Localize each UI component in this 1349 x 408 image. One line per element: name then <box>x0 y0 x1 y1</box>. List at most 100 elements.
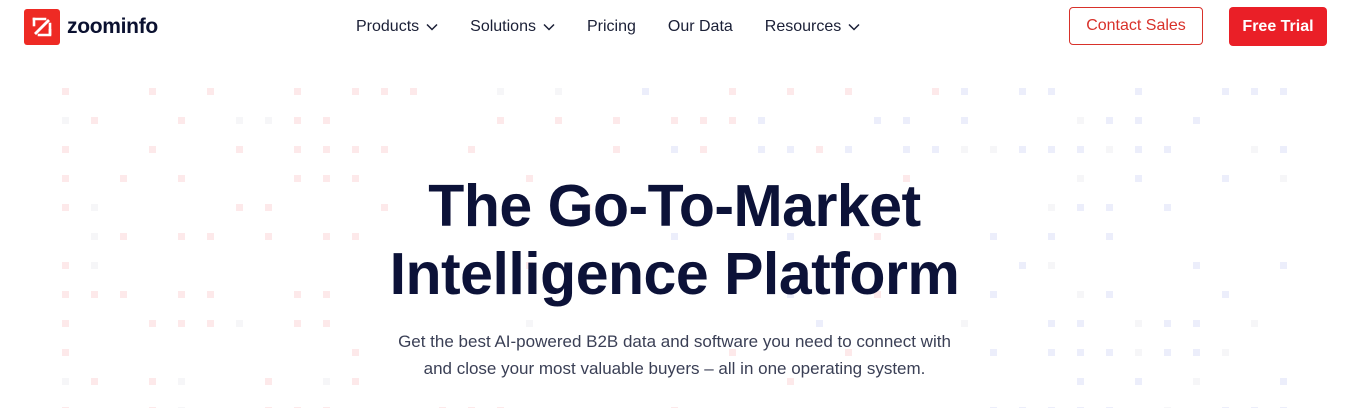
nav-item-label: Resources <box>764 18 842 35</box>
background-dot <box>178 117 185 124</box>
background-dot <box>236 117 243 124</box>
background-dot <box>207 320 214 327</box>
background-dot <box>1164 320 1171 327</box>
background-dot <box>91 117 98 124</box>
background-dot <box>787 146 794 153</box>
chevron-down-icon <box>848 23 860 31</box>
background-dot <box>555 88 562 95</box>
nav-item-solutions[interactable]: Solutions <box>470 18 555 36</box>
background-dot <box>642 88 649 95</box>
background-dot <box>1019 146 1026 153</box>
logo-wordmark: zoominfo <box>67 15 158 38</box>
background-dot <box>700 117 707 124</box>
background-dot <box>381 146 388 153</box>
background-dot <box>236 320 243 327</box>
background-dot <box>1048 146 1055 153</box>
background-dot <box>1251 88 1258 95</box>
nav-item-products[interactable]: Products <box>356 18 438 36</box>
background-dot <box>932 146 939 153</box>
background-dot <box>1135 88 1142 95</box>
background-dot <box>323 320 330 327</box>
background-dot <box>1251 320 1258 327</box>
background-dot <box>961 88 968 95</box>
background-dot <box>323 146 330 153</box>
hero-subtitle: Get the best AI-powered B2B data and sof… <box>0 328 1349 382</box>
background-dot <box>497 88 504 95</box>
background-dot <box>961 320 968 327</box>
background-dot <box>729 117 736 124</box>
background-dot <box>1048 88 1055 95</box>
nav-item-resources[interactable]: Resources <box>765 18 860 36</box>
background-dot <box>961 117 968 124</box>
background-dot <box>1135 146 1142 153</box>
background-dot <box>1193 117 1200 124</box>
nav-item-label: Solutions <box>470 18 536 35</box>
background-dot <box>1280 146 1287 153</box>
background-dot <box>555 117 562 124</box>
background-dot <box>1106 146 1113 153</box>
background-dot <box>729 88 736 95</box>
background-dot <box>294 117 301 124</box>
background-dot <box>526 320 533 327</box>
background-dot <box>845 146 852 153</box>
background-dot <box>1251 146 1258 153</box>
background-dot <box>149 320 156 327</box>
background-dot <box>1077 320 1084 327</box>
background-dot <box>1106 117 1113 124</box>
background-dot <box>1222 88 1229 95</box>
background-dot <box>468 146 475 153</box>
chevron-down-icon <box>543 23 555 31</box>
background-dot <box>961 146 968 153</box>
background-dot <box>758 117 765 124</box>
background-dot <box>613 117 620 124</box>
background-dot <box>613 146 620 153</box>
background-dot <box>62 146 69 153</box>
background-dot <box>1077 146 1084 153</box>
background-dot <box>1019 88 1026 95</box>
background-dot <box>294 146 301 153</box>
free-trial-button[interactable]: Free Trial <box>1229 7 1327 46</box>
hero-title-line-1: The Go-To-Market <box>428 173 921 239</box>
background-dot <box>62 88 69 95</box>
hero-subtitle-line-2: and close your most valuable buyers – al… <box>423 359 926 378</box>
background-dot <box>787 88 794 95</box>
zoominfo-logo[interactable]: zoominfo <box>24 9 158 45</box>
background-dot <box>1164 146 1171 153</box>
background-dot <box>207 88 214 95</box>
background-dot <box>323 117 330 124</box>
background-dot <box>845 88 852 95</box>
background-dot <box>236 146 243 153</box>
background-dot <box>62 320 69 327</box>
background-dot <box>671 117 678 124</box>
background-dot <box>903 146 910 153</box>
background-dot <box>294 320 301 327</box>
nav-item-label: Our Data <box>667 18 733 35</box>
background-dot <box>381 88 388 95</box>
nav-item-pricing[interactable]: Pricing <box>587 18 636 36</box>
chevron-down-icon <box>426 23 438 31</box>
background-dot <box>671 146 678 153</box>
background-dot <box>932 88 939 95</box>
contact-sales-button[interactable]: Contact Sales <box>1069 7 1203 45</box>
background-dot <box>816 146 823 153</box>
background-dot <box>1280 88 1287 95</box>
background-dot <box>1048 320 1055 327</box>
background-dot <box>497 117 504 124</box>
background-dot <box>352 146 359 153</box>
main-nav: Products Solutions Pricing Our Data Reso… <box>356 0 892 54</box>
background-dot <box>874 117 881 124</box>
page: zoominfo Products Solutions Pricing Our … <box>0 0 1349 408</box>
background-dot <box>1077 117 1084 124</box>
background-dot <box>1135 117 1142 124</box>
background-dot <box>149 88 156 95</box>
zoominfo-logo-icon <box>24 9 60 45</box>
nav-item-our-data[interactable]: Our Data <box>668 18 733 36</box>
background-dot <box>816 320 823 327</box>
background-dot <box>352 88 359 95</box>
background-dot <box>990 146 997 153</box>
site-header: zoominfo Products Solutions Pricing Our … <box>0 0 1349 54</box>
nav-item-label: Pricing <box>586 18 636 35</box>
hero-title-line-2: Intelligence Platform <box>389 241 960 307</box>
background-dot <box>758 146 765 153</box>
hero-subtitle-line-1: Get the best AI-powered B2B data and sof… <box>398 332 951 351</box>
